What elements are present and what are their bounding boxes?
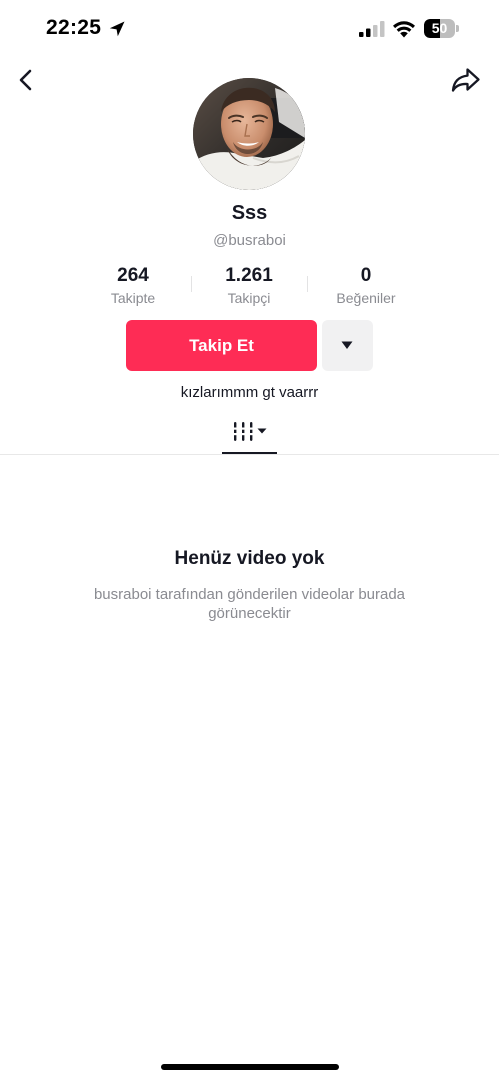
profile-screen: 22:25 50 Sss @busraboi 264 Takipte 1.261…	[0, 0, 499, 1080]
following-count: 264	[117, 265, 149, 286]
status-time: 22:25	[46, 16, 102, 39]
location-arrow-icon	[109, 21, 125, 37]
chevron-left-icon	[19, 69, 32, 91]
stat-followers[interactable]: 1.261 Takipçi	[194, 264, 304, 307]
avatar[interactable]	[193, 78, 305, 190]
suggested-accounts-button[interactable]	[322, 320, 373, 371]
status-bar: 22:25 50	[0, 0, 499, 60]
video-grid-icon	[233, 422, 267, 441]
empty-state-subtitle: busraboi tarafından gönderilen videolar …	[93, 586, 406, 622]
bio-text: kızlarımmm gt vaarrr	[180, 384, 319, 401]
followers-count: 1.261	[225, 265, 273, 286]
profile-photo	[193, 78, 305, 190]
home-indicator[interactable]	[161, 1064, 339, 1070]
share-arrow-icon	[451, 68, 480, 92]
following-label: Takipte	[110, 290, 156, 306]
display-name: Sss	[231, 202, 268, 224]
cellular-signal-icon	[359, 21, 385, 37]
likes-count: 0	[360, 265, 372, 286]
likes-label: Beğeniler	[336, 290, 396, 306]
profile-stats: 264 Takipte 1.261 Takipçi 0 Beğeniler	[0, 264, 499, 308]
stat-likes[interactable]: 0 Beğeniler	[311, 264, 421, 307]
battery-percentage: 50	[431, 20, 448, 36]
battery-icon: 50	[424, 19, 460, 38]
battery-tip	[456, 25, 459, 32]
caret-down-icon	[341, 341, 353, 349]
tab-videos[interactable]	[222, 420, 277, 454]
follow-button[interactable]: Takip Et	[126, 320, 317, 371]
username: @busraboi	[213, 232, 286, 249]
battery-body: 50	[424, 19, 455, 38]
stat-divider	[191, 276, 192, 292]
share-button[interactable]	[450, 66, 482, 94]
empty-state-title: Henüz video yok	[174, 548, 325, 569]
followers-label: Takipçi	[227, 290, 271, 306]
stat-following[interactable]: 264 Takipte	[78, 264, 188, 307]
tab-divider	[0, 454, 499, 455]
wifi-icon	[393, 21, 415, 38]
stat-divider	[307, 276, 308, 292]
back-button[interactable]	[12, 66, 40, 94]
